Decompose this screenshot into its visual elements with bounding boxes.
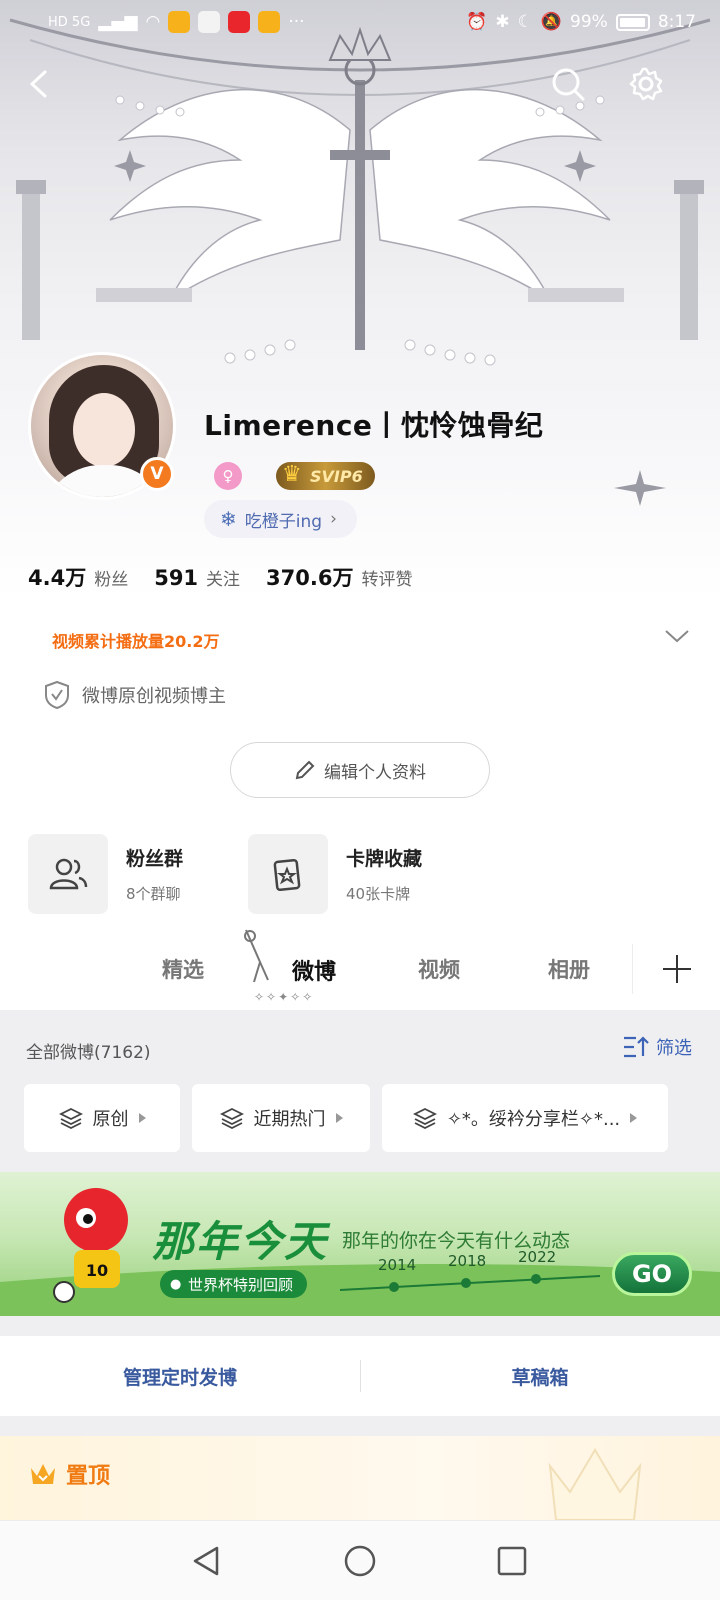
alarm-icon: ⏰ bbox=[466, 12, 488, 32]
stat-followers[interactable]: 4.4万 粉丝 bbox=[28, 562, 128, 592]
search-button[interactable] bbox=[544, 60, 592, 108]
triangle-back-icon bbox=[193, 1546, 219, 1576]
filter-icon bbox=[624, 1036, 649, 1058]
profile-stats: 4.4万 粉丝 591 关注 370.6万 转评赞 bbox=[28, 562, 412, 592]
system-navigation-bar bbox=[0, 1520, 720, 1600]
circle-home-icon bbox=[344, 1545, 376, 1577]
tab-decoration-icon bbox=[244, 929, 269, 983]
mascot-number: 10 bbox=[86, 1261, 108, 1280]
on-this-day-banner[interactable]: 10 那年今天 那年的你在今天有什么动态 世界杯特别回顾 2014 2018 2… bbox=[0, 1172, 720, 1316]
scheduled-posts-button[interactable]: 管理定时发博 bbox=[0, 1336, 360, 1416]
card-collection-entry[interactable]: 卡牌收藏 40张卡牌 bbox=[248, 834, 422, 914]
tab-active-indicator-icon: ✧✧✦✧✧ bbox=[254, 990, 315, 1004]
manage-row: 管理定时发博 草稿箱 bbox=[0, 1336, 720, 1416]
settings-button[interactable] bbox=[622, 60, 670, 108]
profile-tabs: 精选 微博 ✧✧✦✧✧ 视频 相册 bbox=[0, 926, 720, 1010]
system-home-button[interactable] bbox=[338, 1539, 382, 1583]
banner-title: 那年今天 bbox=[152, 1217, 329, 1266]
triangle-right-icon bbox=[138, 1113, 146, 1123]
go-button[interactable]: GO bbox=[612, 1252, 692, 1296]
stat-engagement[interactable]: 370.6万 转评赞 bbox=[266, 562, 412, 592]
layers-icon bbox=[412, 1107, 437, 1130]
more-notifications-icon: ··· bbox=[288, 12, 305, 32]
gear-icon bbox=[629, 67, 663, 101]
snowflake-icon: ❄ bbox=[220, 507, 237, 531]
battery-percent: 99% bbox=[570, 12, 608, 32]
layers-icon bbox=[219, 1107, 244, 1130]
signal-icon: ▂▄▆ bbox=[98, 12, 138, 32]
pinned-label: 置顶 bbox=[66, 1464, 111, 1489]
back-button[interactable] bbox=[16, 60, 64, 108]
edit-profile-button[interactable]: 编辑个人资料 bbox=[230, 742, 490, 798]
card-collection-subtitle: 40张卡牌 bbox=[346, 885, 411, 903]
drafts-button[interactable]: 草稿箱 bbox=[360, 1336, 720, 1416]
status-pill[interactable]: ❄ 吃橙子ing › bbox=[204, 500, 357, 538]
mascot-icon: 10 bbox=[53, 1188, 128, 1303]
square-recents-icon bbox=[497, 1546, 527, 1576]
female-icon: ♀ bbox=[214, 462, 242, 490]
tab-featured[interactable]: 精选 bbox=[162, 954, 204, 984]
banner-tag: 世界杯特别回顾 bbox=[160, 1270, 308, 1298]
svip-badge[interactable]: SVIP6 bbox=[276, 462, 375, 490]
tab-weibo[interactable]: 微博 bbox=[292, 954, 336, 986]
card-star-icon bbox=[248, 834, 328, 914]
crown-decoration-icon bbox=[548, 1448, 642, 1520]
video-plays-text: 视频累计播放量20.2万 bbox=[52, 632, 220, 651]
expand-button[interactable] bbox=[664, 628, 690, 648]
username: Limerence丨忱怜蚀骨纪 bbox=[204, 409, 544, 442]
mute-icon: 🔕 bbox=[540, 12, 563, 32]
triangle-right-icon bbox=[335, 1113, 343, 1123]
news-app-icon bbox=[228, 11, 251, 33]
stat-following[interactable]: 591 关注 bbox=[154, 565, 240, 590]
chevron-down-icon bbox=[665, 630, 689, 643]
certification[interactable]: 微博原创视频博主 bbox=[44, 680, 226, 710]
verified-badge: V bbox=[140, 457, 174, 491]
pinned-section: 置顶 bbox=[0, 1436, 720, 1520]
bluetooth-icon: ✱ bbox=[495, 12, 510, 32]
shield-check-icon bbox=[45, 680, 69, 710]
feed-title: 全部微博(7162) bbox=[26, 1043, 151, 1063]
status-text: 吃橙子ing bbox=[244, 511, 323, 532]
filter-button[interactable]: 筛选 bbox=[622, 1034, 692, 1060]
year-label: 2014 bbox=[378, 1256, 417, 1274]
plus-icon bbox=[662, 955, 691, 983]
moon-icon: ☾ bbox=[517, 12, 533, 32]
year-label: 2018 bbox=[448, 1252, 487, 1270]
fan-group-title: 粉丝群 bbox=[126, 848, 184, 870]
battery-icon bbox=[615, 13, 650, 31]
mail-app-icon bbox=[198, 11, 221, 33]
fan-group-subtitle: 8个群聊 bbox=[126, 885, 181, 903]
chevron-right-icon: › bbox=[330, 509, 337, 529]
weibo-app-icon-2 bbox=[258, 11, 281, 33]
tab-video[interactable]: 视频 bbox=[418, 954, 460, 984]
filter-label: 筛选 bbox=[656, 1038, 692, 1059]
triangle-right-icon bbox=[630, 1113, 638, 1123]
tab-album[interactable]: 相册 bbox=[548, 954, 590, 984]
chip-original[interactable]: 原创 bbox=[24, 1084, 180, 1152]
weibo-app-icon bbox=[168, 11, 191, 33]
system-back-button[interactable] bbox=[184, 1539, 228, 1583]
chip-recent-hot[interactable]: 近期热门 bbox=[192, 1084, 370, 1152]
back-arrow-icon bbox=[29, 70, 47, 98]
add-tab-button[interactable] bbox=[632, 944, 720, 994]
edit-profile-label: 编辑个人资料 bbox=[324, 762, 426, 783]
network-indicator: HD 5G bbox=[48, 14, 91, 30]
system-recents-button[interactable] bbox=[490, 1539, 534, 1583]
year-label: 2022 bbox=[518, 1248, 557, 1266]
search-icon bbox=[552, 68, 585, 101]
certification-label: 微博原创视频博主 bbox=[82, 686, 226, 707]
card-collection-title: 卡牌收藏 bbox=[346, 848, 423, 870]
wifi-icon: ◠ bbox=[145, 12, 161, 32]
pencil-icon bbox=[295, 760, 315, 780]
layers-icon bbox=[58, 1107, 83, 1130]
crown-icon bbox=[31, 1464, 55, 1484]
status-bar: HD 5G ▂▄▆ ◠ ··· ⏰ ✱ ☾ 🔕 99% 8:17 bbox=[0, 0, 720, 44]
clock: 8:17 bbox=[657, 12, 696, 32]
fan-group-entry[interactable]: 粉丝群 8个群聊 bbox=[28, 834, 183, 914]
chip-share-column[interactable]: ✧*。绥衿分享栏✧*... bbox=[382, 1084, 668, 1152]
top-navigation bbox=[0, 60, 720, 120]
users-icon bbox=[28, 834, 108, 914]
